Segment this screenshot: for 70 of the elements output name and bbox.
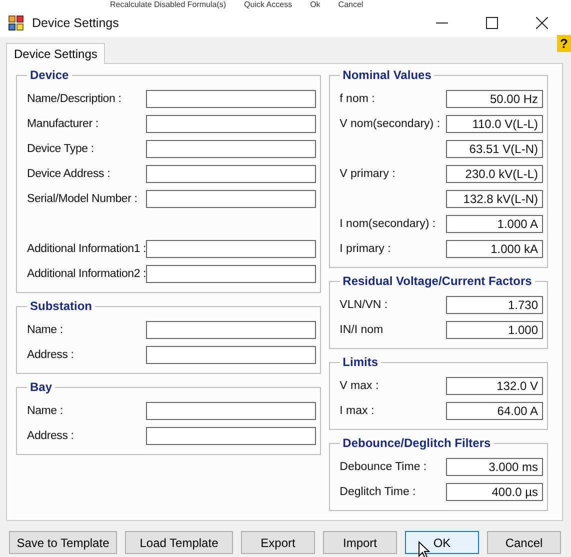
field-label: Additional Information2 : — [27, 268, 146, 280]
input-field[interactable]: 230.0 kV(L-L) — [446, 164, 543, 182]
input-field[interactable]: 3.000 ms — [446, 458, 543, 476]
field-label: Device Type : — [27, 142, 94, 154]
input-field[interactable] — [146, 240, 316, 258]
input-field[interactable] — [146, 190, 316, 208]
help-badge[interactable]: ? — [557, 35, 571, 52]
field-label: Address : — [27, 430, 74, 442]
input-field[interactable] — [146, 90, 316, 108]
input-field[interactable]: 1.000 — [446, 320, 543, 338]
maximize-icon[interactable] — [486, 17, 498, 29]
tab[interactable]: Device Settings — [6, 43, 106, 64]
group-title: Bay — [29, 380, 54, 394]
field-label: Additional Information1 : — [27, 242, 146, 254]
dialog-button[interactable]: Load Template — [125, 531, 233, 554]
dialog-button[interactable]: Import — [323, 531, 397, 554]
field-label: V nom(secondary) : — [340, 118, 440, 130]
field-label: Device Address : — [27, 168, 110, 180]
input-field[interactable]: 1.000 A — [446, 214, 543, 232]
field-label: Serial/Model Number : — [27, 192, 138, 204]
group-title: Limits — [342, 355, 380, 369]
input-field[interactable]: 132.0 V — [446, 376, 543, 394]
group-title: Nominal Values — [342, 68, 432, 82]
input-field[interactable]: 50.00 Hz — [446, 90, 543, 108]
input-field[interactable]: 110.0 V(L-L) — [446, 114, 543, 132]
window-title: Device Settings — [32, 16, 119, 30]
input-field[interactable] — [146, 346, 316, 364]
field-label: Deglitch Time : — [340, 486, 416, 498]
input-field[interactable] — [146, 114, 316, 132]
toolbar-item: Recalculate Disabled Formula(s) — [110, 0, 226, 9]
close-icon[interactable] — [536, 17, 548, 29]
toolbar-item: Cancel — [338, 0, 364, 9]
input-field[interactable]: 64.00 A — [446, 402, 543, 420]
field-label: f nom : — [340, 92, 375, 104]
toolbar-item: Quick Access — [244, 0, 292, 9]
field-label: Name/Description : — [27, 92, 122, 104]
field-label: Address : — [27, 348, 74, 360]
dialog-button[interactable]: OK — [405, 531, 479, 554]
input-field[interactable]: 132.8 kV(L-N) — [446, 190, 543, 208]
dialog-button[interactable]: Cancel — [487, 531, 561, 554]
field-label: V primary : — [340, 168, 396, 180]
input-field[interactable]: 1.000 kA — [446, 240, 543, 258]
field-label: Manufacturer : — [27, 118, 98, 130]
field-label: I nom(secondary) : — [340, 218, 436, 230]
input-field[interactable]: 63.51 V(L-N) — [446, 140, 543, 158]
field-label: VLN/VN : — [340, 298, 388, 310]
group-title: Device — [29, 68, 70, 82]
input-field[interactable]: 1.730 — [446, 296, 543, 314]
field-label: IN/I nom — [340, 324, 384, 336]
group-title: Debounce/Deglitch Filters — [342, 436, 492, 450]
field-label: I primary : — [340, 242, 391, 254]
field-label: V max : — [340, 380, 379, 392]
group-title: Residual Voltage/Current Factors — [342, 274, 533, 288]
field-label: Debounce Time : — [340, 460, 427, 472]
dialog-button[interactable]: Export — [241, 531, 315, 554]
toolbar-item: Ok — [310, 0, 320, 9]
input-field[interactable] — [146, 320, 316, 338]
mouse-pointer-icon — [418, 541, 430, 557]
field-label: I max : — [340, 404, 374, 416]
input-field[interactable] — [146, 426, 316, 444]
input-field[interactable]: 400.0 µs — [446, 482, 543, 500]
dialog-button[interactable]: Save to Template — [9, 531, 117, 554]
input-field[interactable] — [146, 164, 316, 182]
input-field[interactable] — [146, 140, 316, 158]
app-icon — [8, 15, 24, 31]
group-title: Substation — [29, 299, 93, 313]
field-label: Name : — [27, 324, 63, 336]
input-field[interactable] — [146, 402, 316, 420]
input-field[interactable] — [146, 264, 316, 282]
field-label: Name : — [27, 404, 63, 416]
